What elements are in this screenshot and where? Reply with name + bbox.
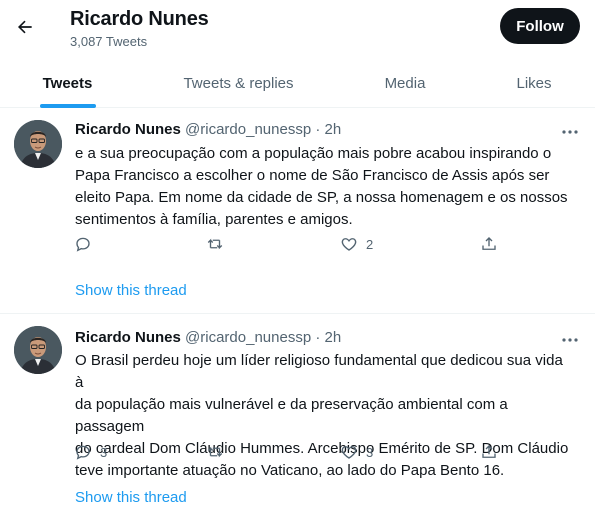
- avatar-portrait-icon: [14, 120, 62, 168]
- tweet-actions: 3 3: [74, 441, 504, 463]
- author-handle[interactable]: @ricardo_nunessp: [185, 329, 311, 346]
- tab-label: Likes: [516, 74, 552, 92]
- more-icon: [562, 338, 578, 342]
- reply-button[interactable]: [74, 233, 100, 255]
- more-options-button[interactable]: [558, 330, 582, 350]
- tweet-actions: 2: [74, 233, 504, 255]
- separator-dot: ·: [315, 329, 321, 346]
- avatar[interactable]: [14, 326, 62, 374]
- share-button[interactable]: [480, 233, 498, 255]
- profile-header: Ricardo Nunes 3,087 Tweets Follow: [0, 0, 595, 58]
- tweet-text-line: sentimentos à família, parentes e amigos…: [75, 211, 353, 228]
- share-button[interactable]: [480, 441, 498, 463]
- tweet-text-line: da população mais vulnerável e da preser…: [75, 396, 508, 435]
- separator-dot: ·: [315, 121, 321, 138]
- avatar-portrait-icon: [14, 326, 62, 374]
- share-icon: [482, 445, 496, 458]
- retweet-button[interactable]: [206, 233, 232, 255]
- tweet-text-line: eleito Papa. Em nome da cidade de SP, a …: [75, 189, 568, 206]
- more-icon: [562, 130, 578, 134]
- tweet[interactable]: Ricardo Nunes @ricardo_nunessp · 2h O Br…: [0, 314, 595, 515]
- reply-button[interactable]: 3: [74, 441, 107, 463]
- author-handle[interactable]: @ricardo_nunessp: [185, 121, 311, 138]
- arrow-left-icon: [18, 20, 32, 34]
- show-thread-link[interactable]: Show this thread: [75, 489, 187, 506]
- like-count: 3: [366, 444, 374, 460]
- retweet-icon: [207, 446, 223, 458]
- reply-icon: [76, 445, 90, 460]
- like-button[interactable]: 3: [340, 441, 373, 463]
- tweet-text-line: O Brasil perdeu hoje um líder religioso …: [75, 352, 563, 391]
- tab-tweets[interactable]: Tweets: [0, 58, 135, 108]
- reply-icon: [76, 237, 90, 252]
- heart-icon: [341, 238, 357, 251]
- heart-icon: [341, 446, 357, 459]
- follow-button[interactable]: Follow: [500, 8, 580, 44]
- page-title: Ricardo Nunes: [70, 8, 209, 30]
- tweet-author-line: Ricardo Nunes @ricardo_nunessp · 2h: [75, 329, 341, 346]
- tweet-time[interactable]: 2h: [325, 329, 342, 346]
- tweet-text: e a sua preocupação com a população mais…: [75, 143, 575, 231]
- show-thread-link[interactable]: Show this thread: [75, 282, 187, 299]
- tab-label: Tweets: [42, 74, 93, 92]
- tweet[interactable]: Ricardo Nunes @ricardo_nunessp · 2h e a …: [0, 108, 595, 314]
- retweet-button[interactable]: [206, 441, 232, 463]
- tweet-text-line: e a sua preocupação com a população mais…: [75, 145, 552, 162]
- tab-label: Media: [384, 74, 426, 92]
- tweet-text-line: teve importante atuação no Vaticano, ao …: [75, 462, 505, 479]
- profile-tabs: Tweets Tweets & replies Media Likes: [0, 58, 595, 108]
- tweet-author-line: Ricardo Nunes @ricardo_nunessp · 2h: [75, 121, 341, 138]
- like-count: 2: [366, 236, 374, 252]
- like-button[interactable]: 2: [340, 233, 373, 255]
- tweet-text-line: Papa Francisco a escolher o nome de São …: [75, 167, 550, 184]
- share-icon: [482, 237, 496, 250]
- author-name[interactable]: Ricardo Nunes: [75, 121, 181, 138]
- tab-label: Tweets & replies: [183, 74, 294, 92]
- more-options-button[interactable]: [558, 122, 582, 142]
- tweet-count: 3,087 Tweets: [70, 34, 148, 49]
- tab-tweets-replies[interactable]: Tweets & replies: [160, 58, 317, 108]
- author-name[interactable]: Ricardo Nunes: [75, 329, 181, 346]
- back-button[interactable]: [8, 10, 42, 44]
- tweet-time[interactable]: 2h: [325, 121, 342, 138]
- tab-likes[interactable]: Likes: [495, 58, 573, 108]
- retweet-icon: [207, 238, 223, 250]
- avatar[interactable]: [14, 120, 62, 168]
- tab-media[interactable]: Media: [355, 58, 455, 108]
- reply-count: 3: [100, 444, 108, 460]
